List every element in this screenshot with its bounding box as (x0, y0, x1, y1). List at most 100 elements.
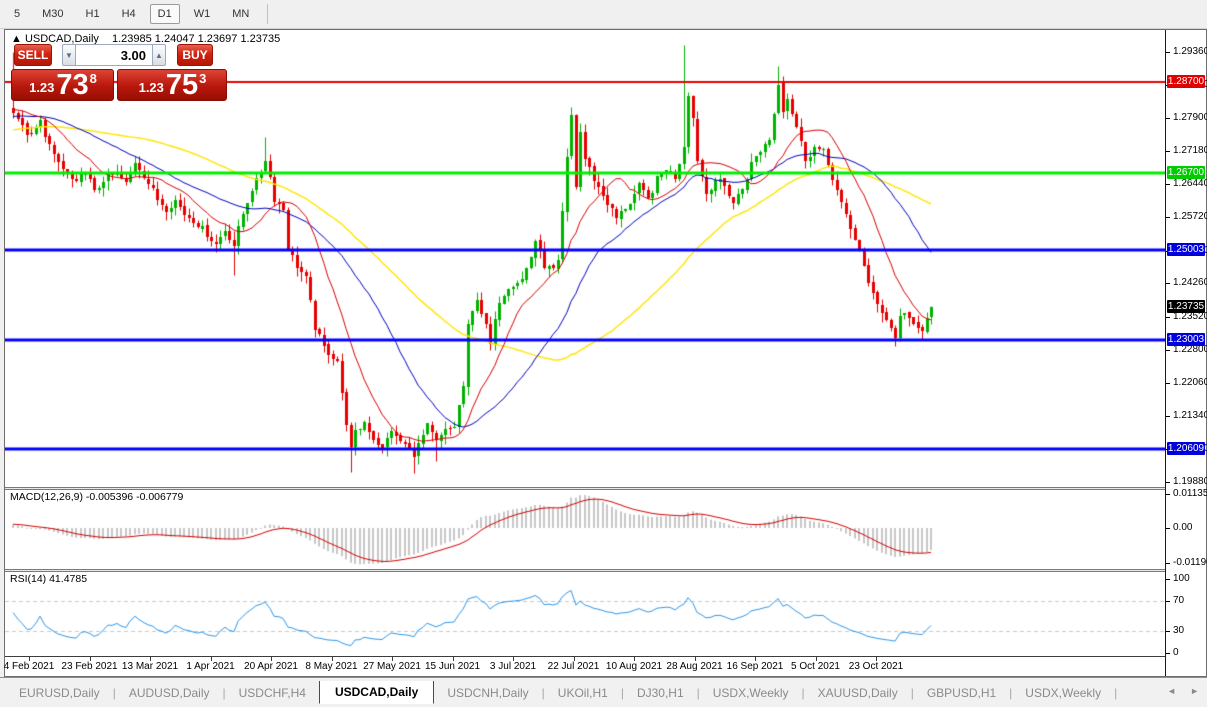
ask-price-main: 75 (166, 72, 198, 98)
ask-price-prefix: 1.23 (139, 80, 164, 95)
scale-tick (1166, 494, 1170, 495)
price-line-badge: 1.28700 (1167, 75, 1205, 88)
chart-window: ▲ USDCAD,Daily 1.23985 1.24047 1.23697 1… (4, 29, 1207, 677)
scale-tick (1166, 217, 1170, 218)
one-click-trade-widget: SELL ▼ ▲ BUY 1.23 73 8 1.23 75 3 (11, 44, 227, 101)
timeframe-button-h4[interactable]: H4 (114, 4, 144, 24)
time-axis-label: 3 Jul 2021 (490, 661, 536, 672)
time-axis-label: 16 Sep 2021 (727, 661, 784, 672)
scale-label: 30 (1173, 625, 1184, 636)
time-axis-label: 23 Oct 2021 (849, 661, 903, 672)
time-axis-label: 8 May 2021 (305, 661, 357, 672)
timeframe-button-mn[interactable]: MN (224, 4, 257, 24)
price-line-badge: 1.25003 (1167, 243, 1205, 256)
tab-gbpusd-h1[interactable]: GBPUSD,H1 (914, 683, 1009, 703)
timeframe-button-d1[interactable]: D1 (150, 4, 180, 24)
price-scale[interactable]: 1.293601.286401.279001.271801.264401.257… (1165, 30, 1206, 676)
scale-tick (1166, 350, 1170, 351)
scale-label: 0.00 (1173, 522, 1192, 533)
scale-tick (1166, 563, 1170, 564)
volume-input[interactable] (76, 44, 152, 66)
time-axis-label: 13 Mar 2021 (122, 661, 178, 672)
time-axis-label: 23 Feb 2021 (61, 661, 117, 672)
scale-label: 70 (1173, 595, 1184, 606)
ask-price-pipette: 3 (199, 71, 206, 86)
price-line-badge: 1.23003 (1167, 333, 1205, 346)
scale-tick (1166, 118, 1170, 119)
bid-price-pipette: 8 (90, 71, 97, 86)
tab-usdcnh-daily[interactable]: USDCNH,Daily (434, 683, 541, 703)
scale-tick (1166, 631, 1170, 632)
scale-label: -0.01190 (1173, 557, 1207, 568)
scale-label: 1.25720 (1173, 211, 1207, 222)
rsi-panel-splitter[interactable] (5, 569, 1206, 572)
macd-indicator-label: MACD(12,26,9) -0.005396 -0.006779 (10, 491, 183, 503)
plot-area (5, 30, 1165, 676)
tab-xauusd-daily[interactable]: XAUUSD,Daily (805, 683, 911, 703)
tab-usdx-weekly[interactable]: USDX,Weekly (700, 683, 802, 703)
tab-separator: | (1114, 686, 1117, 700)
volume-increase-button[interactable]: ▲ (152, 44, 166, 66)
scale-label: 0.01135 (1173, 488, 1207, 499)
tab-usdchf-h4[interactable]: USDCHF,H4 (226, 683, 319, 703)
scale-tick (1166, 416, 1170, 417)
time-axis-label: 22 Jul 2021 (548, 661, 600, 672)
bid-price-main: 73 (56, 72, 88, 98)
scale-tick (1166, 482, 1170, 483)
price-line-badge: 1.26700 (1167, 166, 1205, 179)
ask-price-button[interactable]: 1.23 75 3 (117, 69, 227, 101)
scale-label: 1.27180 (1173, 145, 1207, 156)
scroll-tabs-right-icon[interactable]: ► (1190, 686, 1199, 696)
timeframe-button-h1[interactable]: H1 (78, 4, 108, 24)
sell-button[interactable]: SELL (14, 44, 52, 66)
scale-label: 1.27900 (1173, 112, 1207, 123)
time-axis[interactable]: 4 Feb 202123 Feb 202113 Mar 20211 Apr 20… (5, 656, 1206, 676)
toolbar-divider (267, 4, 268, 24)
triangle-up-icon: ▲ (155, 51, 163, 60)
symbol-tabs: EURUSD,Daily|AUDUSD,Daily|USDCHF,H4USDCA… (6, 681, 1117, 704)
time-axis-label: 28 Aug 2021 (666, 661, 722, 672)
scroll-tabs-left-icon[interactable]: ◄ (1167, 686, 1176, 696)
tab-dj30-h1[interactable]: DJ30,H1 (624, 683, 697, 703)
time-axis-label: 10 Aug 2021 (606, 661, 662, 672)
tab-usdcad-daily[interactable]: USDCAD,Daily (319, 681, 434, 704)
time-axis-label: 20 Apr 2021 (244, 661, 298, 672)
tab-ukoil-h1[interactable]: UKOil,H1 (545, 683, 621, 703)
tab-eurusd-daily[interactable]: EURUSD,Daily (6, 683, 113, 703)
buy-button[interactable]: BUY (177, 44, 213, 66)
price-line-badge: 1.23735 (1167, 300, 1205, 313)
chart-tab-bar: EURUSD,Daily|AUDUSD,Daily|USDCHF,H4USDCA… (0, 677, 1207, 707)
scale-tick (1166, 317, 1170, 318)
scale-tick (1166, 52, 1170, 53)
price-line-badge: 1.20609 (1167, 442, 1205, 455)
scale-label: 1.22060 (1173, 377, 1207, 388)
scale-label: 1.19880 (1173, 476, 1207, 487)
rsi-canvas[interactable] (5, 572, 1165, 656)
time-axis-label: 27 May 2021 (363, 661, 421, 672)
triangle-down-icon: ▼ (65, 51, 73, 60)
scale-label: 1.26440 (1173, 178, 1207, 189)
volume-decrease-button[interactable]: ▼ (62, 44, 76, 66)
timeframe-button-m30[interactable]: M30 (34, 4, 71, 24)
terminal-window: 5 M30 H1 H4 D1 W1MN ▲ USDCAD,Daily 1.23985 1.… (0, 0, 1207, 707)
scale-tick (1166, 601, 1170, 602)
timeframe-toolbar: 5 M30 H1 H4 D1 W1MN (0, 0, 1207, 29)
tab-audusd-daily[interactable]: AUDUSD,Daily (116, 683, 223, 703)
scale-tick (1166, 283, 1170, 284)
macd-panel-splitter[interactable] (5, 487, 1206, 490)
scale-tick (1166, 528, 1170, 529)
tab-usdx-weekly[interactable]: USDX,Weekly (1012, 683, 1114, 703)
scale-label: 1.29360 (1173, 46, 1207, 57)
scale-label: 100 (1173, 573, 1190, 584)
time-axis-label: 5 Oct 2021 (791, 661, 840, 672)
scale-label: 1.24260 (1173, 277, 1207, 288)
scale-label: 1.21340 (1173, 410, 1207, 421)
timeframe-button-w1[interactable]: W1 (186, 4, 219, 24)
timeframe-button-5[interactable]: 5 (6, 4, 28, 24)
scale-tick (1166, 653, 1170, 654)
scale-tick (1166, 151, 1170, 152)
time-axis-label: 15 Jun 2021 (425, 661, 480, 672)
bid-price-button[interactable]: 1.23 73 8 (11, 69, 114, 101)
tab-scroll-controls: ◄ ► (1167, 686, 1199, 696)
time-axis-label: 4 Feb 2021 (4, 661, 55, 672)
